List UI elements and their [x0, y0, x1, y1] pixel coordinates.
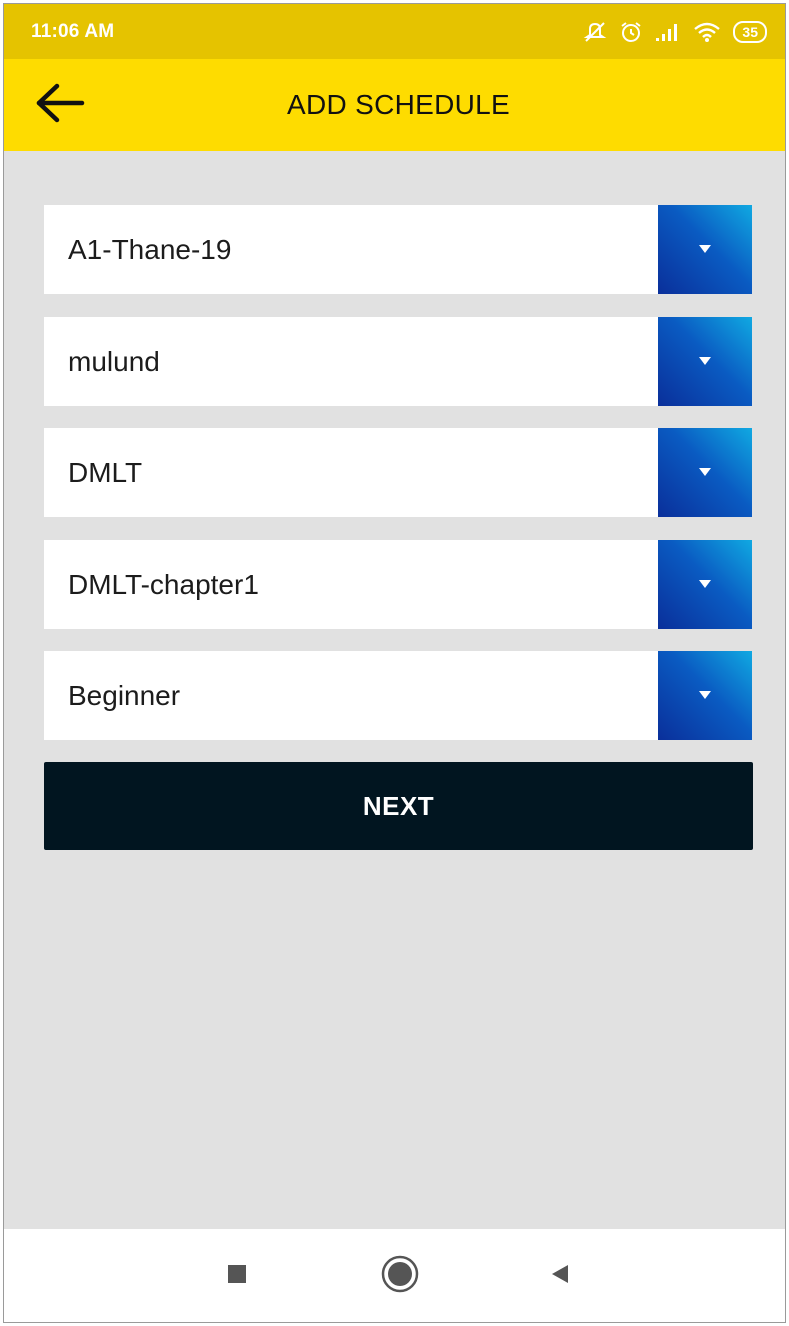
alarm-icon — [619, 20, 643, 44]
next-button[interactable]: NEXT — [44, 762, 753, 850]
status-bar: 11:06 AM 35 — [4, 4, 785, 59]
dropdown-chapter[interactable]: DMLT-chapter1 — [44, 540, 752, 629]
home-button[interactable] — [375, 1251, 425, 1301]
home-circle-icon — [380, 1254, 420, 1299]
back-button[interactable] — [32, 79, 88, 131]
battery-icon: 35 — [733, 20, 767, 43]
dropdown-value: DMLT — [68, 457, 143, 488]
dropdown-arrow-button[interactable] — [658, 651, 752, 740]
caret-down-icon — [698, 353, 712, 371]
dropdown-value: DMLT-chapter1 — [68, 569, 259, 600]
dropdown-arrow-button[interactable] — [658, 428, 752, 517]
dropdown-value: A1-Thane-19 — [68, 234, 232, 265]
recents-square-icon — [226, 1263, 248, 1290]
system-back-button[interactable] — [535, 1251, 585, 1301]
dropdown-arrow-button[interactable] — [658, 540, 752, 629]
arrow-left-icon — [35, 83, 85, 128]
dropdown-center[interactable]: A1-Thane-19 — [44, 205, 752, 294]
mute-icon — [583, 21, 607, 43]
dropdown-location[interactable]: mulund — [44, 317, 752, 406]
caret-down-icon — [698, 241, 712, 259]
phone-screen: 11:06 AM 35 ADD SCHEDULE A1-Thane-19 mul… — [3, 3, 786, 1323]
page-title: ADD SCHEDULE — [287, 89, 510, 120]
caret-down-icon — [698, 576, 712, 594]
dropdown-value: mulund — [68, 346, 160, 377]
dropdown-course[interactable]: DMLT — [44, 428, 752, 517]
caret-down-icon — [698, 464, 712, 482]
status-icons: 35 — [583, 20, 767, 44]
wifi-icon — [693, 21, 721, 43]
caret-down-icon — [698, 687, 712, 705]
recents-button[interactable] — [212, 1251, 262, 1301]
signal-icon — [655, 22, 681, 42]
dropdown-level[interactable]: Beginner — [44, 651, 752, 740]
system-nav-bar — [4, 1229, 785, 1322]
dropdown-value: Beginner — [68, 680, 181, 711]
back-triangle-icon — [548, 1262, 572, 1291]
form-content: A1-Thane-19 mulund DMLT DMLT-chapter1 Be… — [4, 151, 785, 1229]
status-time: 11:06 AM — [31, 20, 115, 42]
app-bar: ADD SCHEDULE — [4, 59, 785, 151]
dropdown-arrow-button[interactable] — [658, 205, 752, 294]
dropdown-arrow-button[interactable] — [658, 317, 752, 406]
